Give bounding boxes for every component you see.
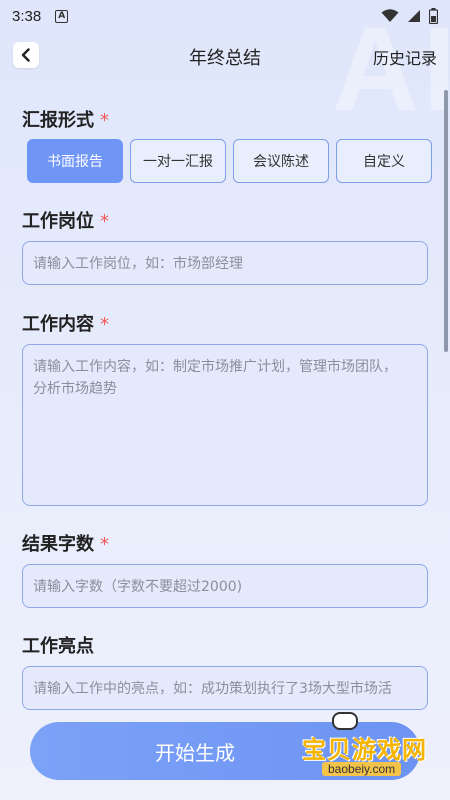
highlights-label-text: 工作亮点 [22, 636, 94, 657]
highlights-input[interactable]: 请输入工作中的亮点，如：成功策划执行了3场大型市场活 [22, 666, 428, 710]
highlights-label: 工作亮点 [22, 632, 94, 658]
report-format-options: 书面报告 一对一汇报 会议陈述 自定义 [27, 139, 432, 183]
battery-icon [429, 8, 438, 24]
notification-a-icon: A [55, 9, 69, 23]
status-bar: 3:38 A [0, 0, 450, 32]
format-option-meeting[interactable]: 会议陈述 [233, 139, 329, 183]
work-content-label-text: 工作内容 [22, 314, 94, 335]
history-link[interactable]: 历史记录 [373, 45, 437, 69]
header: 年终总结 历史记录 [0, 36, 450, 78]
report-format-label-text: 汇报形式 [22, 110, 94, 131]
word-count-label-text: 结果字数 [22, 534, 94, 555]
required-mark: * [100, 314, 109, 335]
wifi-icon [381, 9, 399, 22]
start-generate-button[interactable]: 开始生成 [30, 722, 420, 780]
work-content-textarea[interactable]: 请输入工作内容，如：制定市场推广计划，管理市场团队， 分析市场趋势 [22, 344, 428, 506]
highlights-placeholder: 请输入工作中的亮点，如：成功策划执行了3场大型市场活 [33, 681, 392, 697]
required-mark: * [100, 110, 109, 131]
required-mark: * [100, 211, 109, 232]
job-title-label-text: 工作岗位 [22, 211, 94, 232]
work-content-placeholder-line1: 请输入工作内容，如：制定市场推广计划，管理市场团队， [33, 359, 397, 375]
signal-icon [408, 10, 420, 22]
word-count-input[interactable]: 请输入字数（字数不要超过2000) [22, 564, 428, 608]
status-time: 3:38 [12, 7, 42, 25]
job-title-input[interactable]: 请输入工作岗位，如：市场部经理 [22, 241, 428, 285]
format-option-custom[interactable]: 自定义 [336, 139, 432, 183]
work-content-placeholder-line2: 分析市场趋势 [33, 381, 117, 397]
format-option-written[interactable]: 书面报告 [27, 139, 123, 183]
status-icons [381, 8, 438, 24]
back-button[interactable] [13, 42, 39, 68]
word-count-placeholder: 请输入字数（字数不要超过2000) [33, 579, 243, 595]
report-format-label: 汇报形式 * [22, 106, 109, 132]
job-title-placeholder: 请输入工作岗位，如：市场部经理 [33, 256, 243, 272]
required-mark: * [100, 534, 109, 555]
word-count-label: 结果字数 * [22, 530, 109, 556]
page-title: 年终总结 [189, 48, 261, 69]
job-title-label: 工作岗位 * [22, 207, 109, 233]
scrollbar[interactable] [444, 90, 448, 352]
format-option-one-on-one[interactable]: 一对一汇报 [130, 139, 226, 183]
chevron-left-icon [21, 48, 30, 62]
work-content-label: 工作内容 * [22, 310, 109, 336]
